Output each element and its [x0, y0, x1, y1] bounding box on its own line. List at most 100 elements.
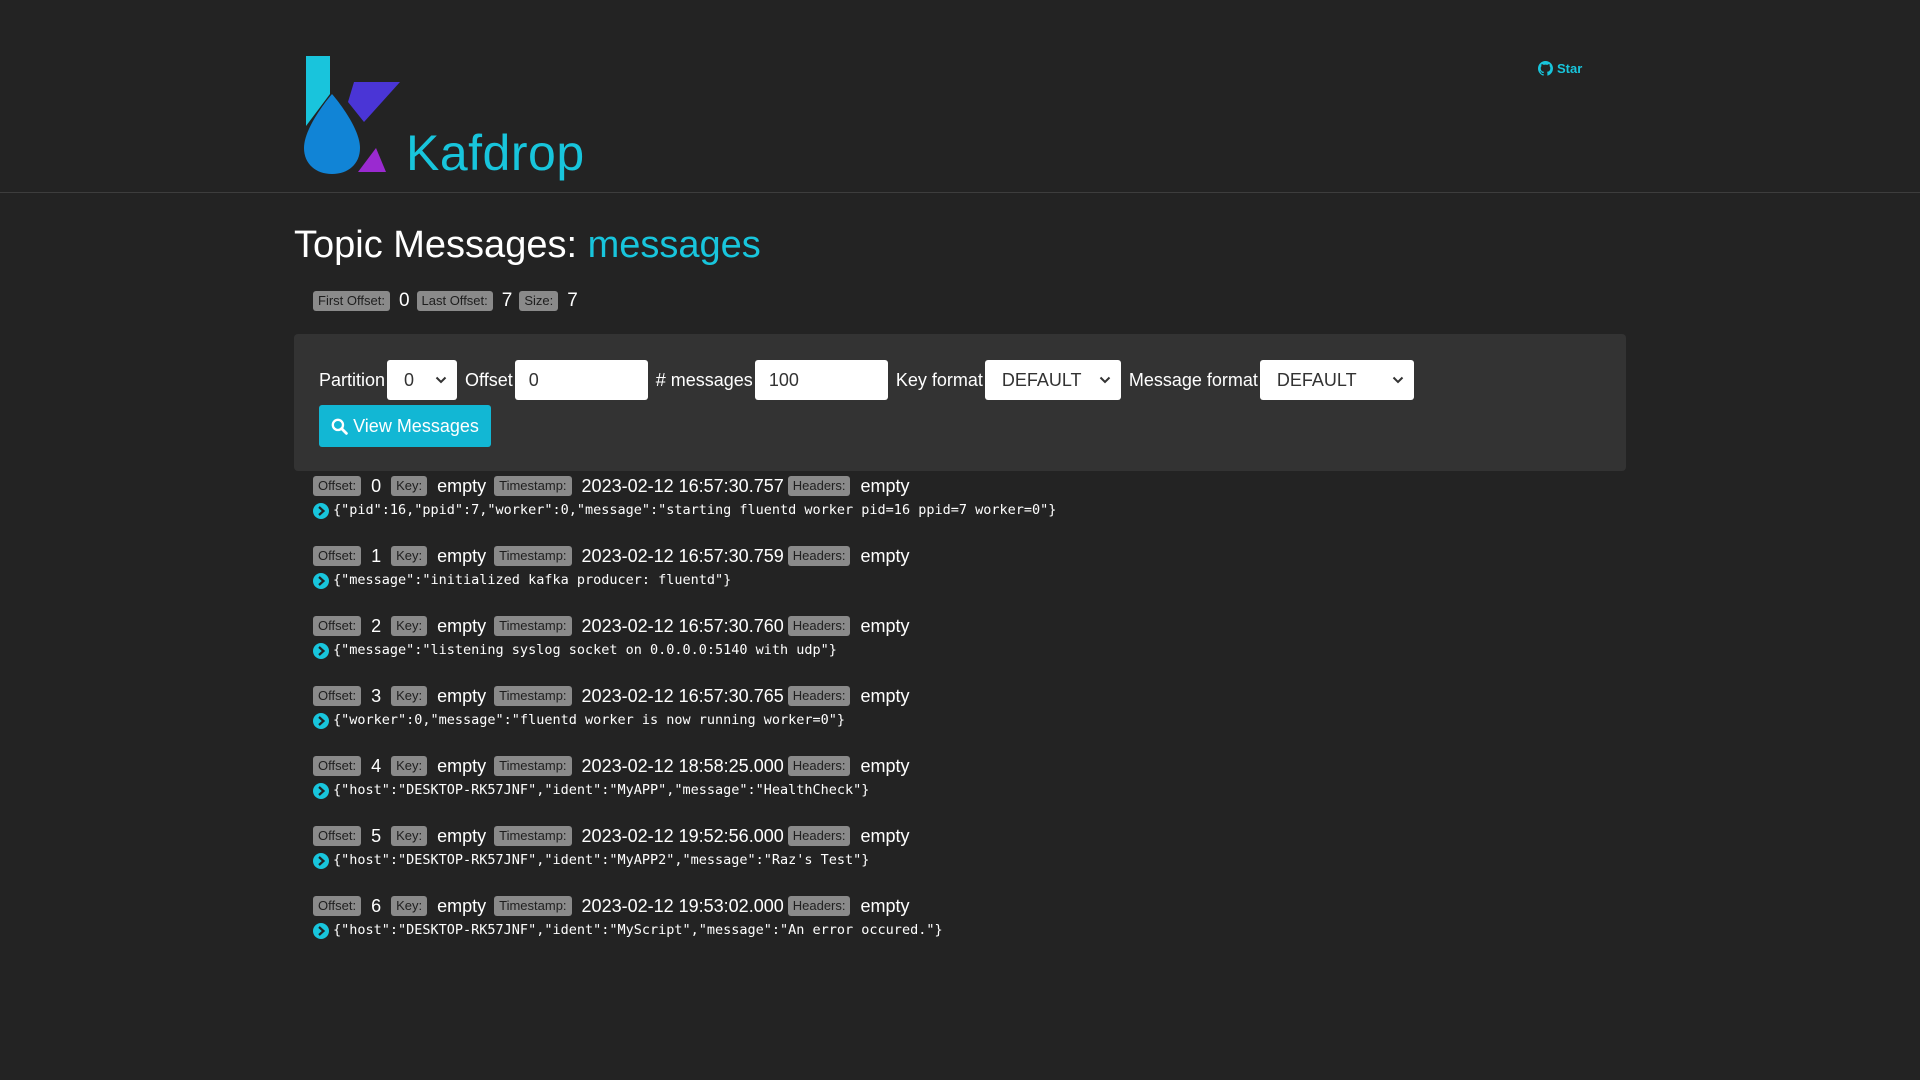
message-payload: {"message":"listening syslog socket on 0… [333, 641, 837, 658]
message-payload-row: {"worker":0,"message":"fluentd worker is… [313, 710, 1613, 729]
message-item: Offset: 0 Key: empty Timestamp: 2023-02-… [313, 474, 1613, 544]
partition-selected-value: 0 [404, 369, 415, 390]
key-format-label: Key format [895, 369, 983, 390]
timestamp-badge: Timestamp: [494, 686, 572, 706]
timestamp-badge: Timestamp: [494, 826, 572, 846]
chevron-circle-right-icon[interactable] [313, 713, 329, 729]
headers-badge: Headers: [787, 546, 851, 566]
offset-badge: Offset: [313, 616, 362, 636]
partition-label: Partition [319, 369, 386, 390]
message-meta: Offset: 1 Key: empty Timestamp: 2023-02-… [313, 544, 1613, 568]
first-offset-value: 0 [398, 290, 410, 311]
message-format-select[interactable]: DEFAULT [1259, 360, 1414, 400]
message-timestamp: 2023-02-12 16:57:30.759 [581, 545, 784, 566]
chevron-circle-right-icon[interactable] [313, 573, 329, 589]
message-offset: 1 [371, 545, 382, 566]
message-item: Offset: 2 Key: empty Timestamp: 2023-02-… [313, 614, 1613, 684]
key-format-selected-value: DEFAULT [1001, 369, 1082, 390]
offset-badge: Offset: [313, 826, 362, 846]
message-meta: Offset: 2 Key: empty Timestamp: 2023-02-… [313, 614, 1613, 638]
chevron-circle-right-icon[interactable] [313, 503, 329, 519]
message-payload: {"host":"DESKTOP-RK57JNF","ident":"MyAPP… [333, 851, 870, 868]
message-item: Offset: 6 Key: empty Timestamp: 2023-02-… [313, 894, 1613, 964]
github-star-button[interactable]: Star [1538, 61, 1582, 76]
offset-badge: Offset: [313, 476, 362, 496]
message-offset: 3 [371, 685, 382, 706]
chevron-down-icon [435, 376, 447, 384]
offset-badge: Offset: [313, 546, 362, 566]
size-value: 7 [567, 290, 578, 311]
headers-badge: Headers: [787, 896, 851, 916]
message-filter-panel: Partition 0 Offset # messages Key format… [294, 334, 1626, 471]
header: Kafdrop Star [0, 0, 1920, 193]
num-messages-label: # messages [655, 369, 753, 390]
timestamp-badge: Timestamp: [494, 756, 572, 776]
message-payload-row: {"host":"DESKTOP-RK57JNF","ident":"MyAPP… [313, 850, 1613, 869]
page-title-prefix: Topic Messages: [294, 224, 578, 266]
chevron-down-icon [1099, 376, 1111, 384]
message-headers: empty [860, 895, 910, 916]
message-meta: Offset: 5 Key: empty Timestamp: 2023-02-… [313, 824, 1613, 848]
chevron-circle-right-icon[interactable] [313, 783, 329, 799]
view-messages-button[interactable]: View Messages [319, 405, 491, 447]
message-offset: 2 [371, 615, 382, 636]
chevron-down-icon [1392, 376, 1404, 384]
num-messages-input[interactable] [754, 360, 888, 400]
message-offset: 4 [371, 755, 382, 776]
message-timestamp: 2023-02-12 16:57:30.757 [581, 475, 784, 496]
message-offset: 6 [371, 895, 382, 916]
last-offset-badge: Last Offset: [416, 291, 493, 311]
brand-name[interactable]: Kafdrop [406, 124, 585, 182]
offset-input[interactable] [514, 360, 648, 400]
timestamp-badge: Timestamp: [494, 616, 572, 636]
offset-badge: Offset: [313, 756, 362, 776]
chevron-circle-right-icon[interactable] [313, 643, 329, 659]
message-payload: {"worker":0,"message":"fluentd worker is… [333, 711, 846, 728]
message-key: empty [437, 685, 487, 706]
message-item: Offset: 5 Key: empty Timestamp: 2023-02-… [313, 824, 1613, 894]
message-headers: empty [860, 685, 910, 706]
star-label: Star [1557, 61, 1583, 76]
message-timestamp: 2023-02-12 19:52:56.000 [581, 825, 784, 846]
message-payload: {"host":"DESKTOP-RK57JNF","ident":"MyScr… [333, 921, 943, 938]
partition-select[interactable]: 0 [387, 360, 458, 400]
message-headers: empty [860, 545, 910, 566]
view-messages-label: View Messages [353, 415, 479, 436]
message-key: empty [437, 755, 487, 776]
message-offset: 0 [371, 475, 382, 496]
key-badge: Key: [391, 546, 428, 566]
search-icon [331, 418, 348, 435]
message-payload: {"host":"DESKTOP-RK57JNF","ident":"MyAPP… [333, 781, 870, 798]
message-payload: {"pid":16,"ppid":7,"worker":0,"message":… [333, 501, 1057, 518]
message-headers: empty [860, 825, 910, 846]
message-key: empty [437, 825, 487, 846]
headers-badge: Headers: [787, 826, 851, 846]
headers-badge: Headers: [787, 476, 851, 496]
message-meta: Offset: 4 Key: empty Timestamp: 2023-02-… [313, 754, 1613, 778]
offset-badge: Offset: [313, 686, 362, 706]
chevron-circle-right-icon[interactable] [313, 853, 329, 869]
message-payload-row: {"host":"DESKTOP-RK57JNF","ident":"MyScr… [313, 920, 1613, 939]
message-key: empty [437, 545, 487, 566]
topic-name: messages [587, 224, 761, 266]
timestamp-badge: Timestamp: [494, 476, 572, 496]
message-timestamp: 2023-02-12 18:58:25.000 [581, 755, 784, 776]
headers-badge: Headers: [787, 616, 851, 636]
github-icon [1538, 61, 1553, 76]
key-format-select[interactable]: DEFAULT [984, 360, 1121, 400]
message-item: Offset: 1 Key: empty Timestamp: 2023-02-… [313, 544, 1613, 614]
chevron-circle-right-icon[interactable] [313, 923, 329, 939]
offset-badge: Offset: [313, 896, 362, 916]
message-headers: empty [860, 755, 910, 776]
key-badge: Key: [391, 896, 428, 916]
message-meta: Offset: 3 Key: empty Timestamp: 2023-02-… [313, 684, 1613, 708]
message-format-label: Message format [1128, 369, 1258, 390]
topic-stats: First Offset: 0 Last Offset: 7 Size: 7 [313, 290, 585, 312]
message-key: empty [437, 895, 487, 916]
message-key: empty [437, 615, 487, 636]
timestamp-badge: Timestamp: [494, 896, 572, 916]
message-payload: {"message":"initialized kafka producer: … [333, 571, 732, 588]
message-timestamp: 2023-02-12 16:57:30.765 [581, 685, 784, 706]
message-offset: 5 [371, 825, 382, 846]
headers-badge: Headers: [787, 686, 851, 706]
